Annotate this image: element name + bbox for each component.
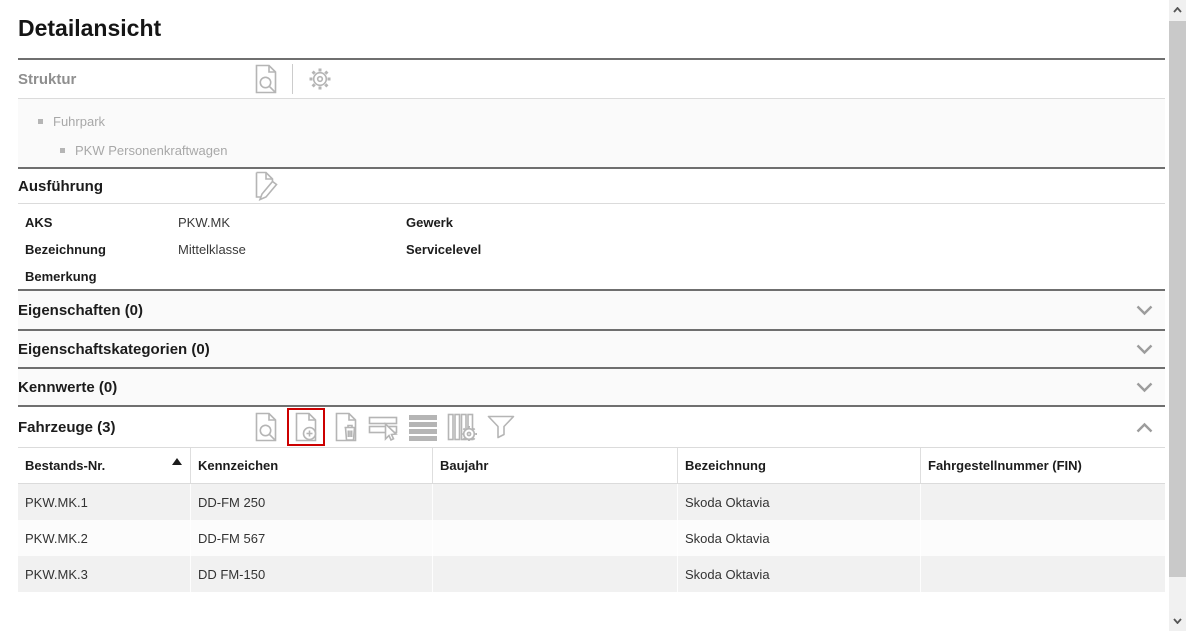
column-header-bestands-nr[interactable]: Bestands-Nr. bbox=[18, 448, 190, 483]
section-eigenschaftskategorien[interactable]: Eigenschaftskategorien (0) bbox=[18, 331, 1165, 367]
field-label-gewerk: Gewerk bbox=[399, 215, 599, 230]
add-vehicle-button[interactable] bbox=[287, 408, 325, 446]
tree-item-fuhrpark[interactable]: Fuhrpark bbox=[18, 107, 1165, 136]
fahrzeuge-label: Fahrzeuge (3) bbox=[18, 419, 252, 436]
expand-toggle[interactable] bbox=[1136, 382, 1153, 393]
chevron-down-icon bbox=[1173, 618, 1182, 624]
cell-bestands-nr: PKW.MK.2 bbox=[18, 520, 190, 556]
chevron-down-icon bbox=[1136, 344, 1153, 355]
cell-baujahr bbox=[432, 556, 677, 592]
ausfuehrung-fields: AKS PKW.MK Gewerk Bezeichnung Mittelklas… bbox=[18, 204, 1165, 289]
field-value-bezeichnung: Mittelklasse bbox=[178, 242, 399, 257]
vertical-scrollbar[interactable] bbox=[1169, 0, 1186, 631]
field-label-bemerkung: Bemerkung bbox=[18, 269, 178, 284]
delete-vehicle-button[interactable] bbox=[332, 411, 360, 443]
cell-bezeichnung: Skoda Oktavia bbox=[677, 556, 920, 592]
rows-icon bbox=[408, 413, 438, 441]
document-delete-icon bbox=[333, 412, 359, 442]
document-search-icon bbox=[253, 64, 279, 94]
cell-bestands-nr: PKW.MK.3 bbox=[18, 556, 190, 592]
tree-item-pkw[interactable]: PKW Personenkraftwagen bbox=[18, 136, 1165, 165]
filter-button[interactable] bbox=[485, 412, 517, 442]
cell-kennzeichen: DD-FM 250 bbox=[190, 484, 432, 520]
ausfuehrung-label: Ausführung bbox=[18, 178, 252, 195]
section-header-struktur: Struktur bbox=[18, 60, 1165, 98]
detail-view: Detailansicht Struktur bbox=[0, 0, 1186, 631]
field-label-aks: AKS bbox=[18, 215, 178, 230]
tree-item-label: PKW Personenkraftwagen bbox=[75, 143, 227, 158]
row-select-button[interactable] bbox=[367, 412, 400, 442]
document-search-button[interactable] bbox=[252, 63, 280, 95]
tree-item-label: Fuhrpark bbox=[53, 114, 105, 129]
field-row: AKS PKW.MK Gewerk bbox=[18, 209, 1165, 236]
cell-fin bbox=[920, 484, 1165, 520]
scrollbar-thumb[interactable] bbox=[1169, 21, 1186, 577]
document-edit-icon bbox=[253, 171, 279, 201]
chevron-down-icon bbox=[1136, 305, 1153, 316]
cell-baujahr bbox=[432, 484, 677, 520]
column-settings-icon bbox=[447, 413, 477, 441]
column-header-fin[interactable]: Fahrgestellnummer (FIN) bbox=[920, 448, 1165, 483]
chevron-up-icon bbox=[1173, 7, 1182, 13]
chevron-down-icon bbox=[1136, 382, 1153, 393]
tree-bullet-icon bbox=[60, 148, 65, 153]
table-header: Bestands-Nr. Kennzeichen Baujahr Bezeich… bbox=[18, 448, 1165, 483]
table-row[interactable]: PKW.MK.1 DD-FM 250 Skoda Oktavia bbox=[18, 484, 1165, 520]
edit-button[interactable] bbox=[252, 170, 280, 202]
page-title: Detailansicht bbox=[18, 0, 1165, 58]
table-row[interactable]: PKW.MK.3 DD FM-150 Skoda Oktavia bbox=[18, 556, 1165, 592]
field-row: Bezeichnung Mittelklasse Servicelevel bbox=[18, 236, 1165, 263]
field-row: Bemerkung bbox=[18, 263, 1165, 290]
cell-bezeichnung: Skoda Oktavia bbox=[677, 484, 920, 520]
tree-bullet-icon bbox=[38, 119, 43, 124]
collapse-toggle[interactable] bbox=[1136, 422, 1153, 433]
column-settings-button[interactable] bbox=[446, 412, 478, 442]
column-header-bezeichnung[interactable]: Bezeichnung bbox=[677, 448, 920, 483]
section-eigenschaften[interactable]: Eigenschaften (0) bbox=[18, 291, 1165, 329]
toolbar-divider bbox=[292, 64, 293, 94]
field-label-bezeichnung: Bezeichnung bbox=[18, 242, 178, 257]
struktur-toolbar bbox=[252, 63, 335, 95]
row-select-icon bbox=[368, 413, 399, 441]
rows-view-button[interactable] bbox=[407, 412, 439, 442]
structure-tree: Fuhrpark PKW Personenkraftwagen bbox=[18, 99, 1165, 167]
expand-toggle[interactable] bbox=[1136, 305, 1153, 316]
cell-fin bbox=[920, 520, 1165, 556]
table-row[interactable]: PKW.MK.2 DD-FM 567 Skoda Oktavia bbox=[18, 520, 1165, 556]
scroll-down-button[interactable] bbox=[1169, 611, 1186, 631]
cell-bezeichnung: Skoda Oktavia bbox=[677, 520, 920, 556]
cell-kennzeichen: DD-FM 567 bbox=[190, 520, 432, 556]
section-label: Kennwerte (0) bbox=[18, 379, 117, 396]
section-kennwerte[interactable]: Kennwerte (0) bbox=[18, 369, 1165, 405]
cell-baujahr bbox=[432, 520, 677, 556]
filter-icon bbox=[486, 413, 516, 441]
gear-icon bbox=[306, 65, 334, 93]
section-header-ausfuehrung: Ausführung bbox=[18, 169, 1165, 203]
cell-fin bbox=[920, 556, 1165, 592]
field-value-aks: PKW.MK bbox=[178, 215, 399, 230]
section-header-fahrzeuge: Fahrzeuge (3) bbox=[18, 407, 1165, 447]
fahrzeuge-toolbar bbox=[252, 408, 517, 446]
section-label: Eigenschaftskategorien (0) bbox=[18, 341, 210, 358]
cell-kennzeichen: DD FM-150 bbox=[190, 556, 432, 592]
struktur-label: Struktur bbox=[18, 71, 252, 88]
expand-toggle[interactable] bbox=[1136, 344, 1153, 355]
scroll-up-button[interactable] bbox=[1169, 0, 1186, 20]
document-search-button[interactable] bbox=[252, 411, 280, 443]
ausfuehrung-toolbar bbox=[252, 170, 280, 202]
column-header-kennzeichen[interactable]: Kennzeichen bbox=[190, 448, 432, 483]
cell-bestands-nr: PKW.MK.1 bbox=[18, 484, 190, 520]
chevron-up-icon bbox=[1136, 422, 1153, 433]
field-label-servicelevel: Servicelevel bbox=[399, 242, 599, 257]
document-add-icon bbox=[293, 412, 319, 442]
document-search-icon bbox=[253, 412, 279, 442]
column-header-baujahr[interactable]: Baujahr bbox=[432, 448, 677, 483]
settings-button[interactable] bbox=[305, 64, 335, 94]
sort-ascending-icon bbox=[172, 458, 182, 465]
section-label: Eigenschaften (0) bbox=[18, 302, 143, 319]
